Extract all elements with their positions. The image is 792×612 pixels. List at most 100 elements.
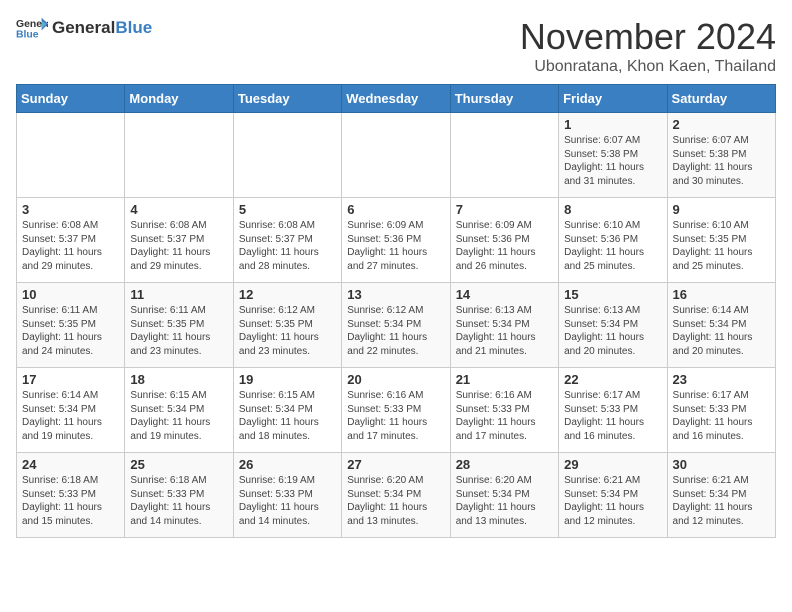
column-header-sunday: Sunday — [17, 85, 125, 113]
column-header-saturday: Saturday — [667, 85, 775, 113]
calendar-cell: 3 Sunrise: 6:08 AM Sunset: 5:37 PM Daylig… — [17, 198, 125, 283]
day-info: Sunrise: 6:15 AM Sunset: 5:34 PM Dayligh… — [239, 389, 336, 443]
day-number: 24 — [22, 457, 119, 472]
day-number: 14 — [456, 287, 553, 302]
day-number: 21 — [456, 372, 553, 387]
day-number: 12 — [239, 287, 336, 302]
day-number: 3 — [22, 202, 119, 217]
day-number: 26 — [239, 457, 336, 472]
calendar-week-row: 10 Sunrise: 6:11 AM Sunset: 5:35 PM Dayli… — [17, 283, 776, 368]
day-number: 29 — [564, 457, 661, 472]
calendar-cell: 16Sunrise: 6:14 AM Sunset: 5:34 PM Dayli… — [667, 283, 775, 368]
page-header: General Blue General Blue November 2024 … — [16, 16, 776, 76]
calendar-cell: 11 Sunrise: 6:11 AM Sunset: 5:35 PM Dayli… — [125, 283, 233, 368]
logo-icon: General Blue — [16, 16, 48, 40]
day-number: 7 — [456, 202, 553, 217]
day-info: Sunrise: 6:19 AM Sunset: 5:33 PM Dayligh… — [239, 474, 336, 528]
calendar-cell: 17 Sunrise: 6:14 AM Sunset: 5:34 PM Dayli… — [17, 368, 125, 453]
calendar-cell: 6 Sunrise: 6:09 AM Sunset: 5:36 PM Daylig… — [342, 198, 450, 283]
calendar-cell: 26 Sunrise: 6:19 AM Sunset: 5:33 PM Dayli… — [233, 453, 341, 538]
day-number: 16 — [673, 287, 770, 302]
column-header-friday: Friday — [559, 85, 667, 113]
day-number: 11 — [130, 287, 227, 302]
calendar-week-row: 24 Sunrise: 6:18 AM Sunset: 5:33 PM Dayli… — [17, 453, 776, 538]
day-info: Sunrise: 6:08 AM Sunset: 5:37 PM Dayligh… — [239, 219, 336, 273]
calendar-cell — [17, 113, 125, 198]
day-info: Sunrise: 6:09 AM Sunset: 5:36 PM Dayligh… — [456, 219, 553, 273]
day-info: Sunrise: 6:16 AM Sunset: 5:33 PM Dayligh… — [456, 389, 553, 443]
day-info: Sunrise: 6:10 AM Sunset: 5:35 PM Dayligh… — [673, 219, 770, 273]
day-info: Sunrise: 6:08 AM Sunset: 5:37 PM Dayligh… — [22, 219, 119, 273]
calendar-cell: 29 Sunrise: 6:21 AM Sunset: 5:34 PM Dayli… — [559, 453, 667, 538]
logo-blue-text: Blue — [115, 18, 152, 38]
calendar-cell: 22 Sunrise: 6:17 AM Sunset: 5:33 PM Dayli… — [559, 368, 667, 453]
svg-text:Blue: Blue — [16, 30, 39, 40]
day-number: 17 — [22, 372, 119, 387]
day-number: 28 — [456, 457, 553, 472]
day-number: 5 — [239, 202, 336, 217]
day-info: Sunrise: 6:21 AM Sunset: 5:34 PM Dayligh… — [564, 474, 661, 528]
calendar-cell: 20 Sunrise: 6:16 AM Sunset: 5:33 PM Dayli… — [342, 368, 450, 453]
day-info: Sunrise: 6:20 AM Sunset: 5:34 PM Dayligh… — [347, 474, 444, 528]
day-number: 8 — [564, 202, 661, 217]
calendar-cell: 21 Sunrise: 6:16 AM Sunset: 5:33 PM Dayli… — [450, 368, 558, 453]
calendar-cell: 4Sunrise: 6:08 AM Sunset: 5:37 PM Daylig… — [125, 198, 233, 283]
calendar-cell — [450, 113, 558, 198]
day-number: 2 — [673, 117, 770, 132]
logo-general-text: General — [52, 18, 115, 38]
calendar-cell: 28 Sunrise: 6:20 AM Sunset: 5:34 PM Dayli… — [450, 453, 558, 538]
day-number: 4 — [130, 202, 227, 217]
calendar-cell: 14Sunrise: 6:13 AM Sunset: 5:34 PM Dayli… — [450, 283, 558, 368]
calendar-cell — [342, 113, 450, 198]
day-number: 27 — [347, 457, 444, 472]
calendar-cell: 5 Sunrise: 6:08 AM Sunset: 5:37 PM Daylig… — [233, 198, 341, 283]
day-number: 9 — [673, 202, 770, 217]
calendar-cell: 9 Sunrise: 6:10 AM Sunset: 5:35 PM Daylig… — [667, 198, 775, 283]
calendar-cell: 7 Sunrise: 6:09 AM Sunset: 5:36 PM Daylig… — [450, 198, 558, 283]
day-info: Sunrise: 6:09 AM Sunset: 5:36 PM Dayligh… — [347, 219, 444, 273]
day-info: Sunrise: 6:21 AM Sunset: 5:34 PM Dayligh… — [673, 474, 770, 528]
day-number: 25 — [130, 457, 227, 472]
day-info: Sunrise: 6:16 AM Sunset: 5:33 PM Dayligh… — [347, 389, 444, 443]
calendar-cell: 10Sunrise: 6:11 AM Sunset: 5:35 PM Dayli… — [17, 283, 125, 368]
day-number: 22 — [564, 372, 661, 387]
day-info: Sunrise: 6:07 AM Sunset: 5:38 PM Dayligh… — [673, 134, 770, 188]
column-header-wednesday: Wednesday — [342, 85, 450, 113]
title-area: November 2024 Ubonratana, Khon Kaen, Tha… — [520, 16, 776, 76]
day-info: Sunrise: 6:20 AM Sunset: 5:34 PM Dayligh… — [456, 474, 553, 528]
column-header-monday: Monday — [125, 85, 233, 113]
calendar-cell: 13 Sunrise: 6:12 AM Sunset: 5:34 PM Dayli… — [342, 283, 450, 368]
calendar-cell — [233, 113, 341, 198]
calendar-cell: 18Sunrise: 6:15 AM Sunset: 5:34 PM Dayli… — [125, 368, 233, 453]
calendar-cell: 15Sunrise: 6:13 AM Sunset: 5:34 PM Dayli… — [559, 283, 667, 368]
day-info: Sunrise: 6:17 AM Sunset: 5:33 PM Dayligh… — [564, 389, 661, 443]
location-subtitle: Ubonratana, Khon Kaen, Thailand — [520, 58, 776, 76]
column-header-tuesday: Tuesday — [233, 85, 341, 113]
day-info: Sunrise: 6:18 AM Sunset: 5:33 PM Dayligh… — [130, 474, 227, 528]
day-number: 6 — [347, 202, 444, 217]
calendar-cell: 25 Sunrise: 6:18 AM Sunset: 5:33 PM Dayli… — [125, 453, 233, 538]
day-number: 15 — [564, 287, 661, 302]
day-info: Sunrise: 6:07 AM Sunset: 5:38 PM Dayligh… — [564, 134, 661, 188]
calendar-cell: 24 Sunrise: 6:18 AM Sunset: 5:33 PM Dayli… — [17, 453, 125, 538]
day-info: Sunrise: 6:10 AM Sunset: 5:36 PM Dayligh… — [564, 219, 661, 273]
day-info: Sunrise: 6:12 AM Sunset: 5:34 PM Dayligh… — [347, 304, 444, 358]
calendar-week-row: 3 Sunrise: 6:08 AM Sunset: 5:37 PM Daylig… — [17, 198, 776, 283]
day-number: 10 — [22, 287, 119, 302]
day-info: Sunrise: 6:18 AM Sunset: 5:33 PM Dayligh… — [22, 474, 119, 528]
calendar-cell: 12Sunrise: 6:12 AM Sunset: 5:35 PM Dayli… — [233, 283, 341, 368]
day-number: 30 — [673, 457, 770, 472]
calendar-cell: 1 Sunrise: 6:07 AM Sunset: 5:38 PM Daylig… — [559, 113, 667, 198]
day-number: 23 — [673, 372, 770, 387]
column-header-thursday: Thursday — [450, 85, 558, 113]
calendar-week-row: 17 Sunrise: 6:14 AM Sunset: 5:34 PM Dayli… — [17, 368, 776, 453]
day-number: 20 — [347, 372, 444, 387]
calendar-cell: 30 Sunrise: 6:21 AM Sunset: 5:34 PM Dayli… — [667, 453, 775, 538]
day-info: Sunrise: 6:14 AM Sunset: 5:34 PM Dayligh… — [22, 389, 119, 443]
logo: General Blue General Blue — [16, 16, 152, 40]
day-number: 13 — [347, 287, 444, 302]
day-info: Sunrise: 6:11 AM Sunset: 5:35 PM Dayligh… — [130, 304, 227, 358]
month-year-title: November 2024 — [520, 16, 776, 58]
day-number: 19 — [239, 372, 336, 387]
day-number: 1 — [564, 117, 661, 132]
